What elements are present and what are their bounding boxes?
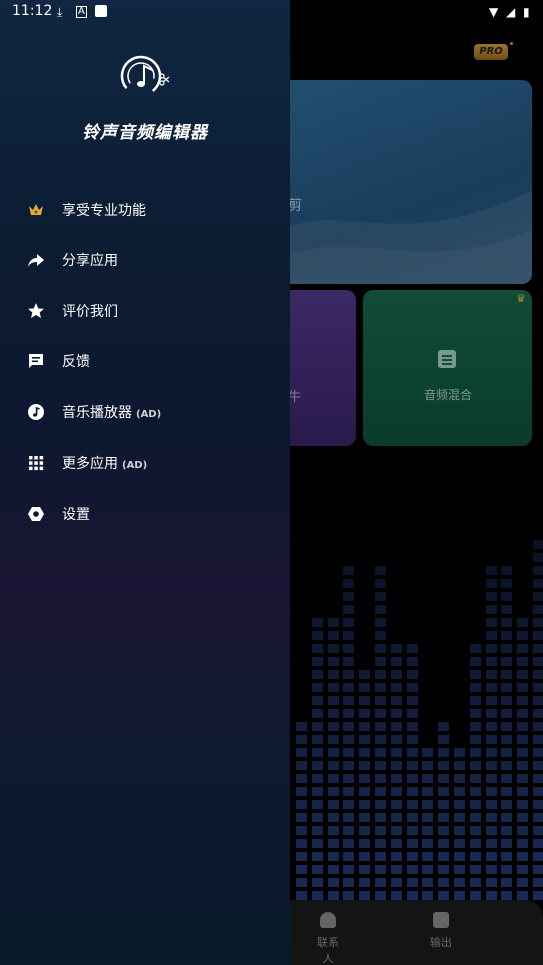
crown-icon: ♛ [516,292,526,305]
nav-output[interactable]: 输出 [428,912,454,950]
equalizer-bar [296,560,307,900]
audio-mix-icon [438,350,456,368]
menu-label-settings: 设置 [62,507,90,523]
status-bar: 11:12 ⤓ A ▼ ◢ ▮ [0,0,543,24]
download-icon: ⤓ [57,5,63,19]
menu-item-share[interactable]: 分享应用 [0,240,290,280]
menu-text-more-apps: 更多应用 [62,456,118,472]
equalizer-decoration [290,540,543,900]
equalizer-bar [343,560,355,900]
feature-card-cut[interactable] [282,80,532,284]
equalizer-bar [438,560,450,900]
contact-icon [320,912,336,928]
equalizer-bar [327,560,339,900]
battery-icon: ▮ [523,5,530,19]
drawer-app-title: 铃声音频编辑器 [82,123,208,143]
equalizer-bar [311,560,323,900]
crown-icon [29,204,43,215]
menu-label-share: 分享应用 [62,253,118,269]
nav-contacts-label: 联系人 [317,936,339,965]
bottom-nav: 联系人 输出 [290,900,543,965]
feedback-icon [29,354,43,368]
equalizer-bar [501,560,513,900]
equalizer-bar [390,560,402,900]
pro-badge[interactable]: PRO [474,44,508,60]
equalizer-bar [422,560,434,900]
status-time: 11:12 [12,3,53,19]
grid-icon [29,456,44,471]
menu-item-settings[interactable]: 设置 [0,494,290,534]
equalizer-bar [533,540,543,900]
navigation-drawer: 铃声音频编辑器 享受专业功能 分享应用 评价我们 反馈 音乐播放器 (AD) 更… [0,0,290,965]
menu-label-feedback: 反馈 [62,354,90,370]
output-folder-icon [433,912,449,928]
menu-item-pro[interactable]: 享受专业功能 [0,190,290,230]
nav-contacts[interactable]: 联系人 [312,912,344,965]
ad-tag: (AD) [122,460,148,471]
menu-label-music-player: 音乐播放器 (AD) [62,402,161,422]
a-icon: A [76,6,87,18]
menu-item-feedback[interactable]: 反馈 [0,341,290,381]
nav-output-label: 输出 [430,936,452,949]
menu-item-more-apps[interactable]: 更多应用 (AD) [0,443,290,483]
star-icon [28,303,44,318]
pro-sparkle-icon [510,42,513,45]
card-label-audio-mix: 音频混合 [424,388,473,402]
music-icon [28,404,44,420]
ad-tag: (AD) [136,409,162,420]
menu-label-rate: 评价我们 [62,304,118,320]
equalizer-bar [469,560,481,900]
wave-decoration [282,190,532,284]
menu-text-music-player: 音乐播放器 [62,405,132,421]
feature-card-audio-mix[interactable] [363,290,532,446]
equalizer-bar [517,560,529,900]
signal-icon: ◢ [506,5,516,19]
equalizer-bar [485,560,497,900]
card-label-cut: 剪 [288,198,302,214]
wifi-icon: ▼ [489,5,499,19]
settings-icon [28,507,44,521]
menu-label-more-apps: 更多应用 (AD) [62,453,147,473]
notification-icon [95,5,107,20]
equalizer-bar [406,560,418,900]
menu-label-pro: 享受专业功能 [62,203,146,219]
equalizer-bar [359,560,371,900]
share-icon [28,254,44,267]
app-logo-icon [120,55,170,97]
menu-item-music-player[interactable]: 音乐播放器 (AD) [0,392,290,432]
equalizer-bar [375,560,386,900]
menu-item-rate[interactable]: 评价我们 [0,291,290,331]
equalizer-bar [454,560,465,900]
